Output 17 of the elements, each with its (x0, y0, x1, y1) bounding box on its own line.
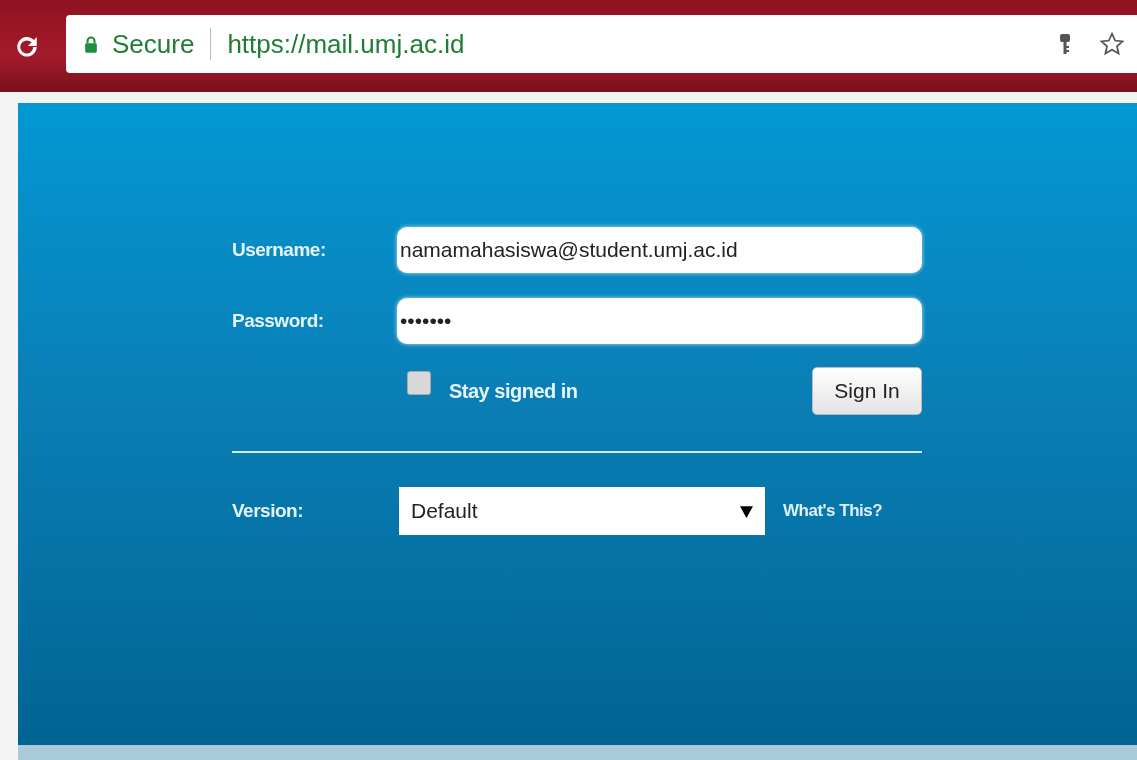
version-label: Version: (232, 500, 304, 522)
password-label: Password: (232, 310, 325, 332)
whats-this-link[interactable]: What's This? (783, 501, 883, 521)
url-text: https://mail.umj.ac.id (227, 28, 466, 60)
checkbox[interactable] (407, 371, 431, 395)
caret-icon (740, 504, 753, 518)
password-field[interactable]: ••••••• (397, 298, 922, 344)
username-label: Username: (232, 239, 327, 261)
address-bar[interactable]: Secure https://mail.umj.ac.id (66, 15, 1137, 73)
stay-signed-in-label: Stay signed in (449, 379, 578, 403)
version-dropdown[interactable]: Default (399, 487, 765, 535)
lock-icon (84, 35, 98, 53)
star-icon[interactable] (1099, 31, 1125, 57)
sign-in-button[interactable]: Sign In (812, 367, 922, 415)
username-field[interactable]: namamahasiswa@student.umj.ac.id (397, 227, 922, 273)
security-label: Secure (112, 28, 195, 60)
key-icon[interactable] (1059, 33, 1071, 55)
